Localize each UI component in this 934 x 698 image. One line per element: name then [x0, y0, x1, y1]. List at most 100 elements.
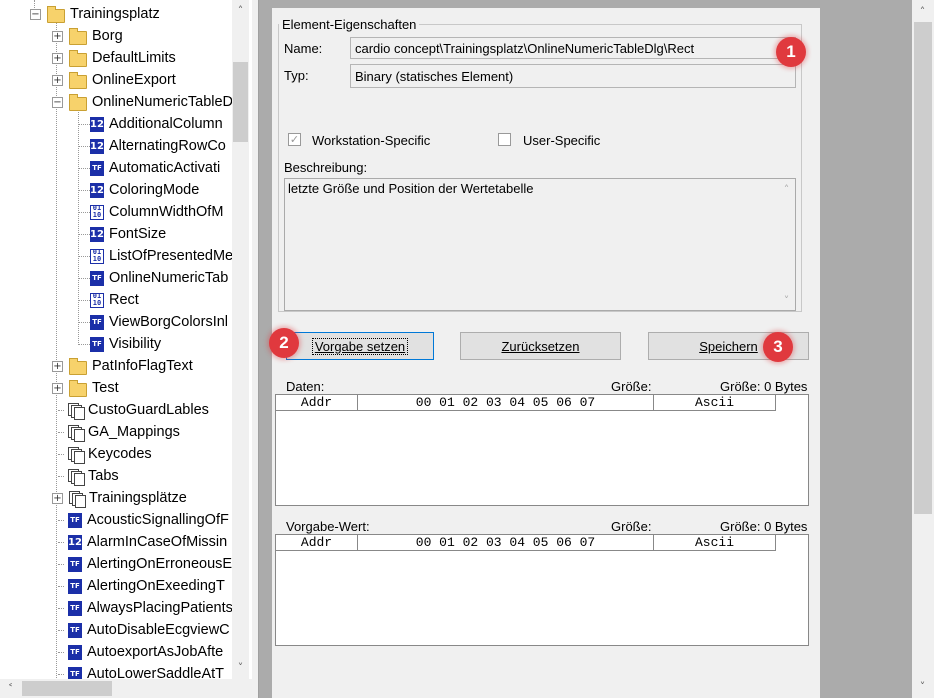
tree-item[interactable]: 12 AlternatingRowCo [90, 135, 226, 157]
tree-item[interactable]: − OnlineNumericTableD [52, 91, 233, 113]
data-size-label: Größe: [611, 379, 652, 394]
tree-item[interactable]: − Trainingsplatz [30, 3, 160, 25]
tree-item[interactable]: 12 AdditionalColumn [90, 113, 223, 135]
boolean-value-icon: TF [68, 644, 82, 660]
set-default-button[interactable]: Vorgabe setzen [286, 332, 434, 360]
user-specific-label[interactable]: User-Specific [523, 133, 600, 148]
tree-item[interactable]: TF AcousticSignallingOfF [68, 509, 229, 531]
default-value-label: Vorgabe-Wert: [286, 519, 370, 534]
tree-connector [58, 652, 64, 653]
reset-button[interactable]: Zurücksetzen [460, 332, 621, 360]
tree-item-label: AutoexportAsJobAfte [87, 644, 224, 660]
expand-icon[interactable]: + [52, 74, 63, 86]
user-specific-checkbox[interactable] [498, 133, 511, 146]
tree-item[interactable]: TF AlwaysPlacingPatients [68, 597, 233, 619]
workstation-specific-checkbox[interactable]: ✓ [288, 133, 301, 146]
tree-item[interactable]: GA_Mappings [68, 421, 180, 443]
tree-item[interactable]: 01 10 ListOfPresentedMe [90, 245, 233, 267]
tree-item[interactable]: 12 FontSize [90, 223, 166, 245]
tree-connector [78, 212, 90, 213]
addr-column-header: Addr [276, 535, 358, 551]
integer-value-icon: 12 [68, 534, 82, 550]
tree-item[interactable]: TF AutoexportAsJobAfte [68, 641, 223, 663]
type-field[interactable]: Binary (statisches Element) [350, 64, 796, 88]
default-size-label: Größe: [611, 519, 652, 534]
tree-item[interactable]: TF Visibility [90, 333, 161, 355]
tree-item[interactable]: + Borg [52, 25, 123, 47]
integer-value-icon: 12 [90, 182, 104, 198]
tree-vscroll-thumb[interactable] [233, 62, 248, 142]
scroll-down-arrow-icon[interactable]: ˅ [914, 678, 931, 695]
tree-item[interactable]: TF OnlineNumericTab [90, 267, 228, 289]
tree-horizontal-scrollbar[interactable]: ˂ [0, 679, 232, 698]
tree-item[interactable]: 12 ColoringMode [90, 179, 199, 201]
pane-splitter[interactable] [252, 0, 259, 698]
tree-item[interactable]: + PatInfoFlagText [52, 355, 193, 377]
tree-item[interactable]: CustoGuardLables [68, 399, 209, 421]
type-label: Typ: [284, 68, 309, 83]
expand-icon[interactable]: + [52, 30, 63, 42]
scroll-up-arrow-icon[interactable]: ˄ [232, 2, 249, 19]
description-scrollbar[interactable]: ˄ ˅ [778, 179, 795, 310]
tree-connector [78, 234, 90, 235]
name-field[interactable]: cardio concept\Trainingsplatz\OnlineNume… [350, 37, 796, 59]
tree-item-label: AutoDisableEcgviewC [87, 622, 230, 638]
tree-item-label: Keycodes [88, 446, 152, 462]
collapse-icon[interactable]: − [52, 96, 63, 108]
tree-connector [78, 300, 90, 301]
ascii-column-header: Ascii [654, 535, 776, 551]
tree-item[interactable]: 01 10 Rect [90, 289, 139, 311]
tree-item[interactable]: TF AlertingOnErroneousE [68, 553, 232, 575]
detail-vscroll-thumb[interactable] [914, 22, 932, 514]
folder-icon [47, 5, 65, 23]
scroll-left-arrow-icon[interactable]: ˂ [2, 680, 19, 697]
tree-item-label: Borg [92, 28, 123, 44]
collapse-icon[interactable]: − [30, 8, 41, 20]
group-title: Element-Eigenschaften [282, 17, 417, 32]
data-hex-view[interactable]: Addr 00 01 02 03 04 05 06 07 Ascii [275, 394, 809, 506]
expand-icon[interactable]: + [52, 382, 63, 394]
description-text: letzte Größe und Position der Wertetabel… [288, 181, 534, 196]
boolean-value-icon: TF [68, 556, 82, 572]
tree-item[interactable]: Keycodes [68, 443, 152, 465]
tree-item[interactable]: TF AutomaticActivati [90, 157, 220, 179]
tree-item[interactable]: 01 10 ColumnWidthOfM [90, 201, 223, 223]
tree-guide-line [78, 112, 79, 345]
scroll-up-arrow-icon[interactable]: ˄ [778, 181, 795, 198]
tree-item[interactable]: + OnlineExport [52, 69, 176, 91]
tree-item-label: Rect [109, 292, 139, 308]
tree-item-label: PatInfoFlagText [92, 358, 193, 374]
tree-item[interactable]: TF AlertingOnExeedingT [68, 575, 225, 597]
tree-item[interactable]: TF ViewBorgColorsInl [90, 311, 228, 333]
tree-item[interactable]: + Test [52, 377, 119, 399]
detail-vertical-scrollbar[interactable]: ˄ ˅ [912, 0, 934, 698]
scroll-down-arrow-icon[interactable]: ˅ [232, 659, 249, 676]
boolean-value-icon: TF [68, 512, 82, 528]
workstation-specific-label[interactable]: Workstation-Specific [312, 133, 430, 148]
tree-item[interactable]: Tabs [68, 465, 119, 487]
scroll-down-arrow-icon[interactable]: ˅ [778, 292, 795, 309]
folder-icon [69, 379, 87, 397]
boolean-value-icon: TF [90, 160, 104, 176]
scroll-up-arrow-icon[interactable]: ˄ [914, 3, 931, 20]
expand-icon[interactable]: + [52, 492, 63, 504]
default-hex-view[interactable]: Addr 00 01 02 03 04 05 06 07 Ascii [275, 534, 809, 646]
expand-icon[interactable]: + [52, 360, 63, 372]
tree-connector [78, 322, 90, 323]
tree-connector [78, 168, 90, 169]
boolean-value-icon: TF [68, 600, 82, 616]
expand-icon[interactable]: + [52, 52, 63, 64]
document-list-icon [69, 490, 86, 508]
description-textarea[interactable]: letzte Größe und Position der Wertetabel… [284, 178, 796, 311]
tree-item-label: ColoringMode [109, 182, 200, 198]
document-list-icon [68, 446, 85, 464]
tree-connector [78, 344, 90, 345]
registry-tree[interactable]: − Trainingsplatz + Borg + DefaultLimits + Onlin… [0, 0, 252, 698]
tree-item[interactable]: TF AutoDisableEcgviewC [68, 619, 230, 641]
tree-item[interactable]: 12 AlarmInCaseOfMissin [68, 531, 227, 553]
tree-hscroll-thumb[interactable] [22, 681, 112, 696]
tree-item-label: OnlineNumericTab [109, 270, 229, 286]
tree-item[interactable]: + Trainingsplätze [52, 487, 187, 509]
tree-item[interactable]: + DefaultLimits [52, 47, 176, 69]
tree-vertical-scrollbar[interactable]: ˄ ˅ [232, 0, 249, 679]
